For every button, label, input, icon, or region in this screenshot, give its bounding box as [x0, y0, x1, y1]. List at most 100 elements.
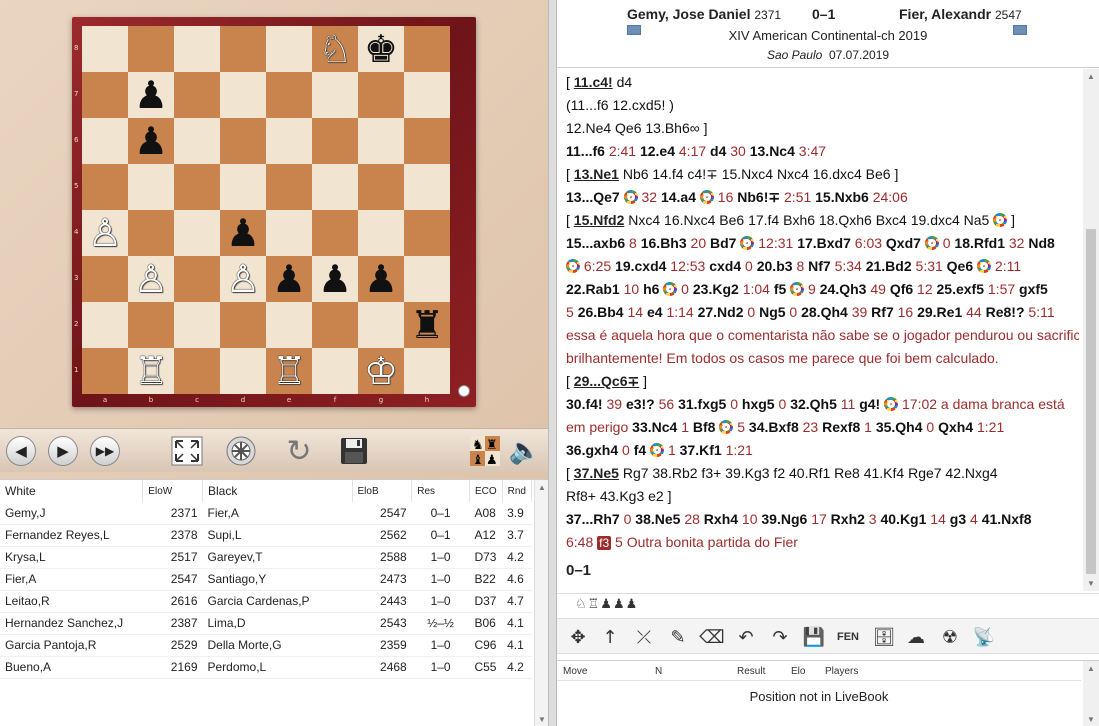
- square-h5[interactable]: [404, 164, 450, 210]
- square-f3[interactable]: ♟: [312, 256, 358, 302]
- move-token[interactable]: 11...f6: [566, 143, 609, 159]
- square-h4[interactable]: [404, 210, 450, 256]
- square-b1[interactable]: ♖: [128, 348, 174, 394]
- move-token[interactable]: 19.cxd4: [615, 258, 670, 274]
- square-d2[interactable]: [220, 302, 266, 348]
- move-token[interactable]: 29...Qc6∓: [574, 373, 639, 389]
- scroll-down-icon[interactable]: ▼: [538, 715, 546, 724]
- move-token[interactable]: 12.e4: [640, 143, 679, 159]
- move-token[interactable]: Qxd7: [886, 235, 925, 251]
- move-token[interactable]: 31.fxg5: [678, 396, 730, 412]
- square-h6[interactable]: [404, 118, 450, 164]
- move-token[interactable]: e3!?: [626, 396, 659, 412]
- move-token[interactable]: 13.Ne1: [574, 166, 619, 182]
- promote-variation-icon[interactable]: ↑: [597, 624, 623, 650]
- game-row[interactable]: Garcia Pantoja,R 2529 Della Morte,G 2359 1–0…: [0, 634, 532, 657]
- move-token[interactable]: 15...axb6: [566, 235, 629, 251]
- square-e6[interactable]: [266, 118, 312, 164]
- livebook-scrollbar[interactable]: ▲ ▼: [1083, 661, 1099, 726]
- move-token[interactable]: gxf5: [1019, 281, 1048, 297]
- game-row[interactable]: Gemy,J 2371 Fier,A 2547 0–1 A08 3.9: [0, 502, 532, 525]
- square-h7[interactable]: [404, 72, 450, 118]
- move-token[interactable]: 34.Bxf8: [749, 419, 803, 435]
- square-a5[interactable]: [82, 164, 128, 210]
- move-token[interactable]: h6: [643, 281, 663, 297]
- move-token[interactable]: Rf7: [871, 304, 897, 320]
- square-g8[interactable]: ♚: [358, 26, 404, 72]
- black-pawn-icon[interactable]: ♟: [134, 122, 168, 160]
- white-pawn-icon[interactable]: ♙: [226, 260, 260, 298]
- move-token[interactable]: g4!: [859, 396, 884, 412]
- black-rook-icon[interactable]: ♜: [410, 306, 444, 344]
- move-token[interactable]: 16.Bh3: [641, 235, 691, 251]
- square-e2[interactable]: [266, 302, 312, 348]
- square-b8[interactable]: [128, 26, 174, 72]
- move-arrows-icon[interactable]: ✥: [565, 624, 591, 650]
- white-rook-icon[interactable]: ♖: [272, 352, 306, 390]
- square-g5[interactable]: [358, 164, 404, 210]
- square-e4[interactable]: [266, 210, 312, 256]
- move-token[interactable]: 13.Nc4: [750, 143, 799, 159]
- black-pawn-icon[interactable]: ♟: [134, 76, 168, 114]
- square-e8[interactable]: [266, 26, 312, 72]
- move-token[interactable]: Qe6: [947, 258, 977, 274]
- move-token[interactable]: Nf7: [808, 258, 834, 274]
- square-f4[interactable]: [312, 210, 358, 256]
- move-token[interactable]: 27.Nd2: [698, 304, 748, 320]
- move-token[interactable]: Nb6!∓: [737, 189, 784, 205]
- black-pawn-icon[interactable]: ♟: [272, 260, 306, 298]
- white-knight-icon[interactable]: ♘: [318, 30, 352, 68]
- move-token[interactable]: 41.Nxf8: [982, 511, 1032, 527]
- square-h1[interactable]: [404, 348, 450, 394]
- delete-move-icon[interactable]: ⤫: [631, 624, 657, 650]
- move-token[interactable]: cxd4: [709, 258, 745, 274]
- livebook-column-move[interactable]: Move: [563, 666, 587, 677]
- column-header-elob[interactable]: EloB: [352, 480, 413, 502]
- square-g7[interactable]: [358, 72, 404, 118]
- square-c5[interactable]: [174, 164, 220, 210]
- move-token[interactable]: 39.Ng6: [761, 511, 811, 527]
- move-token[interactable]: 28.Qh4: [801, 304, 852, 320]
- move-token[interactable]: 37...Rh7: [566, 511, 624, 527]
- move-token[interactable]: 30.f4!: [566, 396, 606, 412]
- column-header-res[interactable]: Res: [411, 480, 470, 502]
- cloud-icon[interactable]: ☁: [903, 624, 929, 650]
- move-token[interactable]: 22.Rab1: [566, 281, 624, 297]
- fullscreen-button[interactable]: [170, 434, 204, 468]
- square-g4[interactable]: [358, 210, 404, 256]
- square-b5[interactable]: [128, 164, 174, 210]
- square-d1[interactable]: [220, 348, 266, 394]
- scroll-up-icon[interactable]: ▲: [1087, 664, 1095, 673]
- square-b6[interactable]: ♟: [128, 118, 174, 164]
- square-e1[interactable]: ♖: [266, 348, 312, 394]
- game-row[interactable]: Fernandez Reyes,L 2378 Supi,L 2562 0–1 A12 3.7: [0, 524, 532, 547]
- square-d6[interactable]: [220, 118, 266, 164]
- black-pawn-icon[interactable]: ♟: [226, 214, 260, 252]
- square-c3[interactable]: [174, 256, 220, 302]
- move-token[interactable]: 23.Kg2: [693, 281, 743, 297]
- rotate-board-button[interactable]: ↻: [282, 434, 316, 469]
- move-token[interactable]: Nd8: [1028, 235, 1054, 251]
- move-token[interactable]: 18.Rfd1: [954, 235, 1008, 251]
- square-e5[interactable]: [266, 164, 312, 210]
- game-list-scrollbar[interactable]: ▲ ▼: [534, 480, 548, 726]
- save-icon[interactable]: 💾: [801, 624, 827, 650]
- game-row[interactable]: Bueno,A 2169 Perdomo,L 2468 1–0 C55 4.2: [0, 656, 532, 679]
- column-header-eco[interactable]: ECO: [469, 480, 503, 502]
- back-button[interactable]: ◀: [4, 434, 38, 468]
- white-pawn-icon[interactable]: ♙: [134, 260, 168, 298]
- black-king-icon[interactable]: ♚: [364, 30, 398, 68]
- broadcast-icon[interactable]: 📡: [971, 624, 997, 650]
- chessboard[interactable]: ♘ ♚ ♟ ♟ ♙ ♟ ♙ ♙ ♟ ♟ ♟ ♜ ♖ ♖ ♔: [82, 26, 450, 394]
- engine-button[interactable]: [224, 434, 258, 468]
- square-h3[interactable]: [404, 256, 450, 302]
- black-pawn-icon[interactable]: ♟: [364, 260, 398, 298]
- square-b4[interactable]: [128, 210, 174, 256]
- move-token[interactable]: 40.Kg1: [880, 511, 930, 527]
- move-token[interactable]: hxg5: [742, 396, 779, 412]
- move-token[interactable]: Rexf8: [822, 419, 864, 435]
- sound-button[interactable]: 🔈: [508, 434, 542, 468]
- square-a8[interactable]: [82, 26, 128, 72]
- square-d5[interactable]: [220, 164, 266, 210]
- scroll-thumb[interactable]: [1086, 229, 1096, 574]
